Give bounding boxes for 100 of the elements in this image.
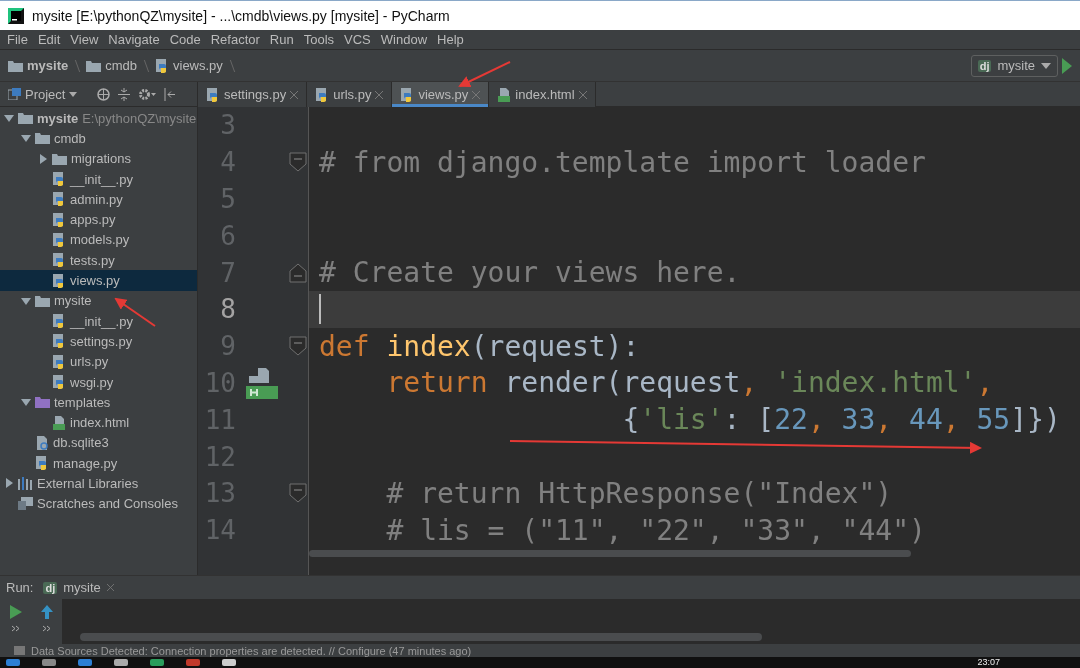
app-logo-icon <box>8 7 24 24</box>
tree-item-label: Scratches and Consoles <box>37 496 178 512</box>
code-line: # from django.template import loader <box>318 144 927 181</box>
editor-tab[interactable]: index.html <box>489 82 596 107</box>
horizontal-scrollbar[interactable] <box>80 633 762 641</box>
tree-item[interactable]: views.py <box>0 270 197 291</box>
editor-tab[interactable]: views.py <box>392 82 490 107</box>
scroll-up-button[interactable] <box>40 605 53 619</box>
collapsed-arrow-icon[interactable] <box>38 153 48 164</box>
menu-item[interactable]: File <box>2 32 33 47</box>
run-icon[interactable] <box>1062 57 1072 74</box>
more-icon[interactable] <box>10 625 21 632</box>
tree-item[interactable]: __init__.py <box>0 168 197 190</box>
fold-marker-icon[interactable] <box>289 482 307 505</box>
project-view-dropdown[interactable]: Project <box>8 86 78 102</box>
taskbar-icon[interactable] <box>114 659 128 666</box>
taskbar-icon[interactable] <box>78 659 92 666</box>
taskbar-icon[interactable] <box>150 659 164 666</box>
tree-item[interactable]: cmdb <box>0 128 197 149</box>
code-line: {'lis': [22, 33, 44, 55]}) <box>621 402 1062 439</box>
folder-icon <box>35 396 50 409</box>
python-file-icon <box>52 191 66 208</box>
menu-item[interactable]: Edit <box>32 32 66 47</box>
run-configuration-dropdown[interactable]: dj mysite <box>970 54 1058 77</box>
html-gutter-icon[interactable] <box>244 365 278 400</box>
collapse-all-icon[interactable] <box>118 87 131 101</box>
expanded-arrow-icon[interactable] <box>4 113 14 124</box>
menu-item[interactable]: Code <box>164 32 206 47</box>
tree-item[interactable]: __init__.py <box>0 310 197 332</box>
editor-tab[interactable]: settings.py <box>198 82 308 107</box>
tree-item[interactable]: migrations <box>0 148 197 169</box>
folder-icon <box>8 59 23 72</box>
code-line: # Create your views here. <box>318 255 742 291</box>
tree-item[interactable]: mysite E:\pythonQZ\mysite <box>0 108 197 129</box>
tree-item-label: templates <box>54 394 111 410</box>
tree-item[interactable]: templates <box>0 392 197 413</box>
python-file-icon <box>52 272 66 289</box>
collapsed-arrow-icon[interactable] <box>4 478 14 489</box>
code-line: return render(request, 'index.html', <box>385 365 995 402</box>
python-file-icon <box>35 455 49 472</box>
breadcrumb[interactable]: mysite <box>27 58 69 73</box>
tree-item-label: mysite <box>54 293 92 309</box>
close-icon[interactable] <box>375 90 384 99</box>
run-tab[interactable]: dj mysite <box>43 580 114 595</box>
expanded-arrow-icon[interactable] <box>21 133 31 144</box>
python-file-icon <box>52 374 66 390</box>
tree-item[interactable]: External Libraries <box>0 473 197 494</box>
console-icon <box>18 497 33 511</box>
window-title: mysite [E:\pythonQZ\mysite] - ...\cmdb\views.py [mysite] - PyCharm <box>32 7 450 24</box>
run-button[interactable] <box>9 605 22 619</box>
tree-item-path: E:\pythonQZ\mysite <box>82 110 197 126</box>
editor-tab[interactable]: urls.py <box>307 82 393 107</box>
python-file-icon <box>52 171 66 188</box>
menu-item[interactable]: Window <box>375 32 433 47</box>
tree-item[interactable]: mysite <box>0 290 197 311</box>
horizontal-scrollbar[interactable] <box>309 549 911 557</box>
taskbar-icon[interactable] <box>42 659 56 666</box>
expanded-arrow-icon[interactable] <box>21 397 31 408</box>
fold-marker-icon[interactable] <box>289 335 307 358</box>
menu-item[interactable]: Refactor <box>205 32 265 47</box>
menu-item[interactable]: Help <box>432 32 469 47</box>
menu-item[interactable]: Tools <box>298 32 340 47</box>
expanded-arrow-icon[interactable] <box>21 295 31 306</box>
menu-item[interactable]: View <box>65 32 104 47</box>
tree-item[interactable]: wsgi.py <box>0 371 197 393</box>
taskbar-icon[interactable] <box>186 659 200 666</box>
tree-item[interactable]: db.sqlite3 <box>0 432 197 454</box>
tree-item[interactable]: apps.py <box>0 209 197 230</box>
close-icon[interactable] <box>290 90 299 99</box>
breadcrumb[interactable]: cmdb <box>105 58 137 73</box>
tree-item[interactable]: tests.py <box>0 250 197 271</box>
tree-item[interactable]: Scratches and Consoles <box>0 493 197 514</box>
python-file-icon <box>52 313 66 330</box>
hide-panel-icon[interactable] <box>164 87 177 101</box>
menu-item[interactable]: Run <box>264 32 299 47</box>
python-file-icon <box>52 211 66 228</box>
tree-item-label: index.html <box>70 415 130 431</box>
target-icon[interactable] <box>97 87 111 101</box>
breadcrumb[interactable]: views.py <box>173 58 223 73</box>
menu-item[interactable]: Navigate <box>103 32 165 47</box>
tree-item[interactable]: urls.py <box>0 351 197 372</box>
python-file-icon <box>52 252 66 269</box>
code-line: # return HttpResponse("Index") <box>385 475 894 512</box>
gear-icon[interactable] <box>138 87 157 101</box>
tree-item-label: models.py <box>70 232 130 248</box>
tree-item-label: cmdb <box>54 130 86 146</box>
close-icon[interactable] <box>106 584 114 591</box>
menu-item[interactable]: VCS <box>339 32 376 47</box>
tree-item[interactable]: manage.py <box>0 453 197 474</box>
close-icon[interactable] <box>472 90 481 99</box>
close-icon[interactable] <box>578 90 587 99</box>
tree-item[interactable]: models.py <box>0 229 197 251</box>
more-icon[interactable] <box>41 625 52 632</box>
tree-item[interactable]: index.html <box>0 412 197 433</box>
fold-marker-icon[interactable] <box>289 151 307 174</box>
taskbar-icon[interactable] <box>6 659 20 666</box>
fold-marker-icon[interactable] <box>289 261 307 284</box>
taskbar-icon[interactable] <box>222 659 236 666</box>
tree-item[interactable]: settings.py <box>0 331 197 352</box>
tree-item[interactable]: admin.py <box>0 189 197 210</box>
